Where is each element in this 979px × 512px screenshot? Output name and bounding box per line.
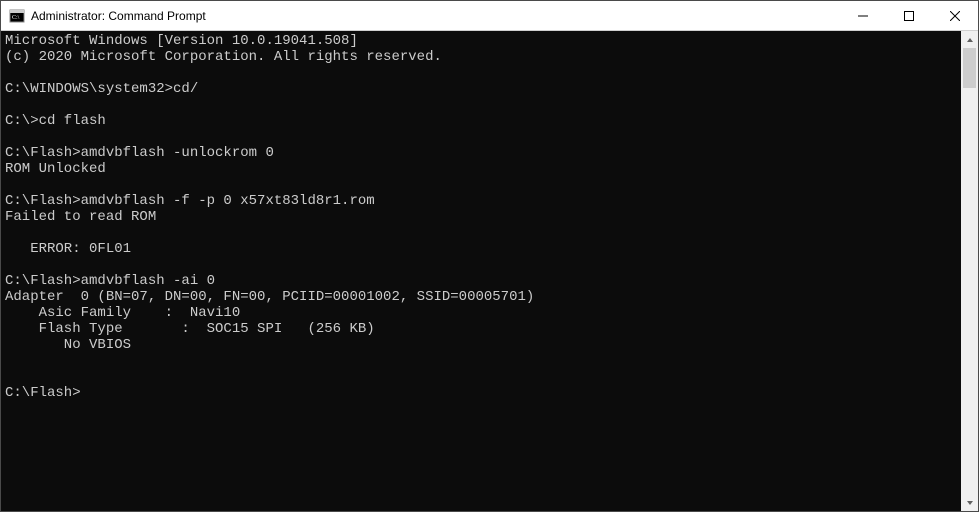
scroll-down-button[interactable] xyxy=(961,494,978,511)
scroll-up-button[interactable] xyxy=(961,31,978,48)
app-icon: C:\ xyxy=(9,8,25,24)
scroll-track[interactable] xyxy=(961,48,978,494)
titlebar[interactable]: C:\ Administrator: Command Prompt xyxy=(1,1,978,31)
window-buttons xyxy=(840,1,978,30)
window-title: Administrator: Command Prompt xyxy=(31,9,840,23)
svg-text:C:\: C:\ xyxy=(12,15,20,21)
minimize-button[interactable] xyxy=(840,1,886,30)
client-area: Microsoft Windows [Version 10.0.19041.50… xyxy=(1,31,978,511)
terminal-output[interactable]: Microsoft Windows [Version 10.0.19041.50… xyxy=(1,31,961,511)
window-frame: C:\ Administrator: Command Prompt Micros… xyxy=(0,0,979,512)
vertical-scrollbar[interactable] xyxy=(961,31,978,511)
maximize-button[interactable] xyxy=(886,1,932,30)
scroll-thumb[interactable] xyxy=(963,48,976,88)
close-button[interactable] xyxy=(932,1,978,30)
